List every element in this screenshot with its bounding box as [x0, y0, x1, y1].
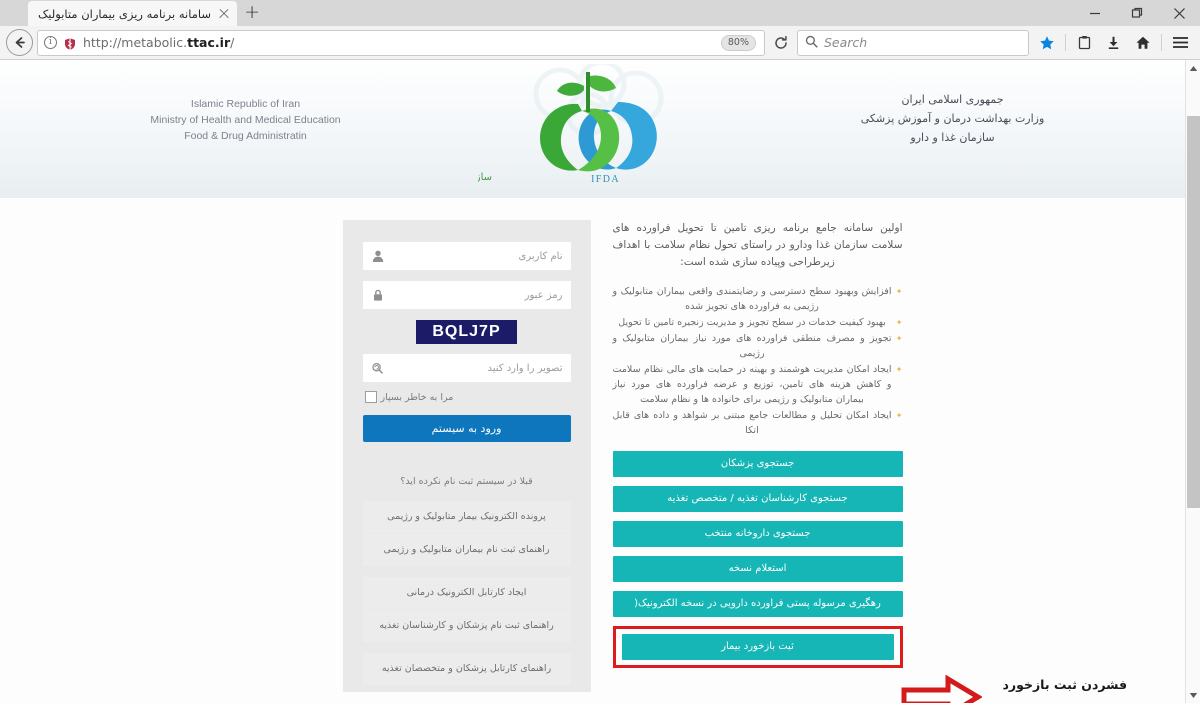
url-text: http://metabolic.ttac.ir/	[83, 35, 235, 50]
annotation-overlay: فشردن ثبت بازخورد توسط سرپرست بیمار	[900, 672, 1127, 703]
annotation-line-2: توسط سرپرست بیمار	[992, 697, 1127, 703]
magnifier-refresh-icon[interactable]	[362, 354, 393, 382]
search-nutritionists-button[interactable]: جستجوی کارشناسان تغذیه / متخصص تغذیه	[612, 486, 903, 512]
list-item: بهبود کیفیت خدمات در سطح تجویز و مدیریت …	[613, 315, 902, 330]
header-fa-line-3: سازمان غذا و دارو	[910, 131, 995, 144]
username-field-wrapper	[362, 242, 571, 270]
search-icon	[805, 33, 818, 52]
captcha-input[interactable]	[392, 354, 571, 382]
captcha-image-row: BQLJ7P	[363, 320, 571, 344]
right-arrow-annotation-icon	[900, 672, 983, 703]
maximize-icon[interactable]	[1116, 0, 1158, 26]
username-input[interactable]	[392, 242, 571, 270]
track-shipment-button[interactable]: رهگیری مرسوله پستی فراورده دارویی در نسخ…	[612, 591, 903, 617]
captcha-image: BQLJ7P	[416, 320, 517, 344]
remember-me-label: مرا به خاطر بسپار	[380, 391, 454, 403]
prescription-inquiry-button[interactable]: استعلام نسخه	[612, 556, 903, 582]
feature-bullet-list: افزایش وبهبود سطح دسترسی و رضایتمندی واق…	[613, 284, 903, 438]
lock-icon	[362, 281, 393, 309]
svg-text:IFDA: IFDA	[591, 174, 620, 185]
help-links-block: قبلا در سیستم ثبت نام نکرده اید؟ پرونده …	[342, 460, 591, 692]
browser-tab[interactable]: سامانه برنامه ریزی بیماران متابولیک	[28, 1, 238, 26]
ifda-logo: IFDA سازمان غذا و دارو	[478, 64, 708, 189]
list-item: ایجاد امکان مدیریت هوشمند و بهینه در حما…	[613, 362, 903, 407]
password-field-wrapper	[362, 281, 571, 309]
close-icon[interactable]	[1158, 0, 1200, 26]
browser-toolbar-icons	[1033, 29, 1194, 56]
web-page: Islamic Republic of Iran Ministry of Hea…	[0, 60, 1185, 703]
page-viewport: Islamic Republic of Iran Ministry of Hea…	[0, 60, 1200, 703]
list-item: ایجاد امکان تحلیل و مطالعات جامع مبتنی ب…	[613, 408, 903, 438]
back-arrow-icon[interactable]	[6, 29, 33, 56]
library-icon[interactable]	[1071, 29, 1098, 56]
links-separator-2	[363, 643, 571, 653]
reload-icon[interactable]	[769, 31, 793, 55]
user-icon	[362, 242, 393, 270]
toolbar-divider-2	[1161, 34, 1162, 51]
link-create-clinical-cartable[interactable]: ایجاد کارتابل الکترونیک درمانی	[362, 577, 571, 609]
login-submit-button[interactable]: ورود به سیستم	[362, 415, 571, 442]
info-column: اولین سامانه جامع برنامه ریزی تامین تا ت…	[612, 220, 903, 677]
search-pharmacy-button[interactable]: جستجوی داروخانه منتخب	[612, 521, 903, 547]
minimize-icon[interactable]	[1074, 0, 1116, 26]
home-icon[interactable]	[1129, 29, 1156, 56]
tab-close-icon[interactable]	[217, 7, 231, 21]
window-controls	[1074, 0, 1200, 26]
browser-titlebar: سامانه برنامه ریزی بیماران متابولیک +	[0, 0, 1200, 26]
signup-question-text: قبلا در سیستم ثبت نام نکرده اید؟	[400, 476, 533, 487]
hamburger-menu-icon[interactable]	[1167, 29, 1194, 56]
header-fa-line-2: وزارت بهداشت درمان و آموزش پزشکی	[860, 112, 1045, 125]
link-doctor-cartable-guide[interactable]: راهنمای کارتابل پزشکان و متخصصان تغذیه	[362, 653, 571, 685]
site-header-banner: Islamic Republic of Iran Ministry of Hea…	[0, 60, 1185, 198]
scroll-down-icon[interactable]	[1186, 687, 1200, 703]
highlight-box: ثبت بازخورد بیمار	[612, 626, 903, 668]
header-persian-text: جمهوری اسلامی ایران وزارت بهداشت درمان و…	[853, 90, 1053, 147]
annotation-line-1: فشردن ثبت بازخورد	[1002, 677, 1128, 692]
browser-window: سامانه برنامه ریزی بیماران متابولیک + i …	[0, 0, 1200, 703]
scrollbar-thumb[interactable]	[1186, 116, 1200, 508]
list-item: تجویز و مصرف منطقی فراورده های مورد نیاز…	[613, 331, 903, 361]
search-input[interactable]: Search	[824, 35, 867, 50]
browser-navbar: i http://metabolic.ttac.ir/ 80% Search	[0, 26, 1200, 60]
info-circle-icon[interactable]: i	[44, 36, 57, 49]
search-doctors-button[interactable]: جستجوی پزشکان	[612, 451, 903, 477]
captcha-field-wrapper	[362, 354, 571, 382]
header-fa-line-1: جمهوری اسلامی ایران	[901, 93, 1004, 106]
toolbar-divider	[1065, 34, 1066, 51]
scroll-up-icon[interactable]	[1186, 60, 1200, 76]
password-input[interactable]	[392, 281, 571, 309]
link-patient-signup-guide[interactable]: راهنمای ثبت نام بیماران متابولیک و رژیمی	[362, 534, 571, 566]
annotation-text: فشردن ثبت بازخورد توسط سرپرست بیمار	[992, 673, 1127, 703]
url-bar[interactable]: i http://metabolic.ttac.ir/ 80%	[37, 29, 765, 56]
header-en-line-2: Ministry of Health and Medical Education	[150, 114, 341, 126]
patient-feedback-button[interactable]: ثبت بازخورد بیمار	[621, 634, 894, 660]
main-content: اولین سامانه جامع برنامه ریزی تامین تا ت…	[283, 198, 903, 692]
header-english-text: Islamic Republic of Iran Ministry of Hea…	[131, 96, 361, 144]
scrollbar-track[interactable]	[1186, 76, 1200, 687]
new-tab-button[interactable]: +	[239, 1, 265, 26]
zoom-level-badge[interactable]: 80%	[720, 34, 756, 51]
link-patient-record[interactable]: پرونده الکترونیک بیمار متابولیک و رژیمی	[362, 501, 571, 533]
page-scrollbar[interactable]	[1185, 60, 1200, 703]
download-arrow-icon[interactable]	[1100, 29, 1127, 56]
star-icon[interactable]	[1033, 29, 1060, 56]
search-bar[interactable]: Search	[797, 29, 1029, 56]
link-doctor-signup-guide[interactable]: راهنمای ثبت نام پزشکان و کارشناسان تغذیه	[362, 610, 571, 642]
svg-text:سازمان غذا و دارو: سازمان غذا و دارو	[478, 172, 492, 183]
list-item: افزایش وبهبود سطح دسترسی و رضایتمندی واق…	[613, 284, 903, 314]
header-en-line-1: Islamic Republic of Iran	[190, 98, 301, 110]
login-column: BQLJ7P	[342, 220, 591, 692]
links-separator	[363, 567, 571, 577]
tab-title: سامانه برنامه ریزی بیماران متابولیک	[38, 6, 212, 21]
header-en-line-3: Food & Drug Administratin	[184, 130, 307, 142]
intro-paragraph: اولین سامانه جامع برنامه ریزی تامین تا ت…	[612, 222, 903, 268]
broken-shield-icon[interactable]	[63, 36, 77, 50]
remember-me-checkbox[interactable]	[364, 391, 377, 403]
login-card: BQLJ7P	[342, 220, 591, 460]
remember-me-row: مرا به خاطر بسپار	[363, 391, 571, 403]
